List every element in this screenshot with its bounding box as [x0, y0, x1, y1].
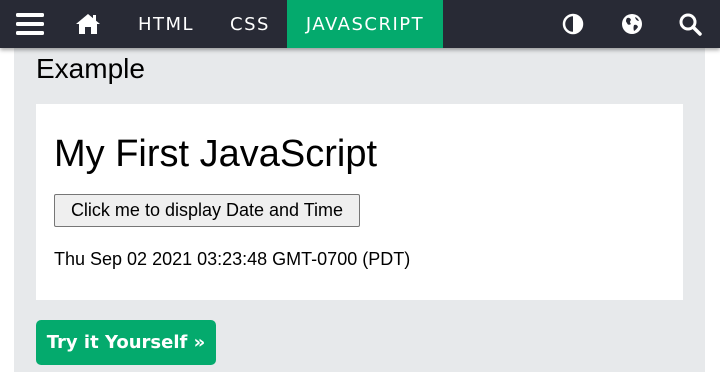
- display-date-button[interactable]: Click me to display Date and Time: [54, 194, 360, 227]
- date-output: Thu Sep 02 2021 03:23:48 GMT-0700 (PDT): [54, 249, 411, 269]
- contrast-icon[interactable]: [560, 0, 586, 48]
- result-heading: My First JavaScript: [54, 133, 378, 175]
- globe-icon[interactable]: [619, 0, 645, 48]
- nav-link-css[interactable]: CSS: [218, 0, 282, 48]
- nav-link-html[interactable]: HTML: [124, 0, 208, 48]
- try-it-yourself-button[interactable]: Try it Yourself »: [36, 320, 216, 365]
- nav-link-javascript[interactable]: JAVASCRIPT: [287, 0, 443, 48]
- menu-icon[interactable]: [12, 0, 48, 48]
- example-title: Example: [36, 53, 145, 84]
- search-icon[interactable]: [677, 0, 703, 48]
- home-icon[interactable]: [72, 0, 104, 48]
- top-navigation-bar: HTML CSS JAVASCRIPT: [0, 0, 720, 48]
